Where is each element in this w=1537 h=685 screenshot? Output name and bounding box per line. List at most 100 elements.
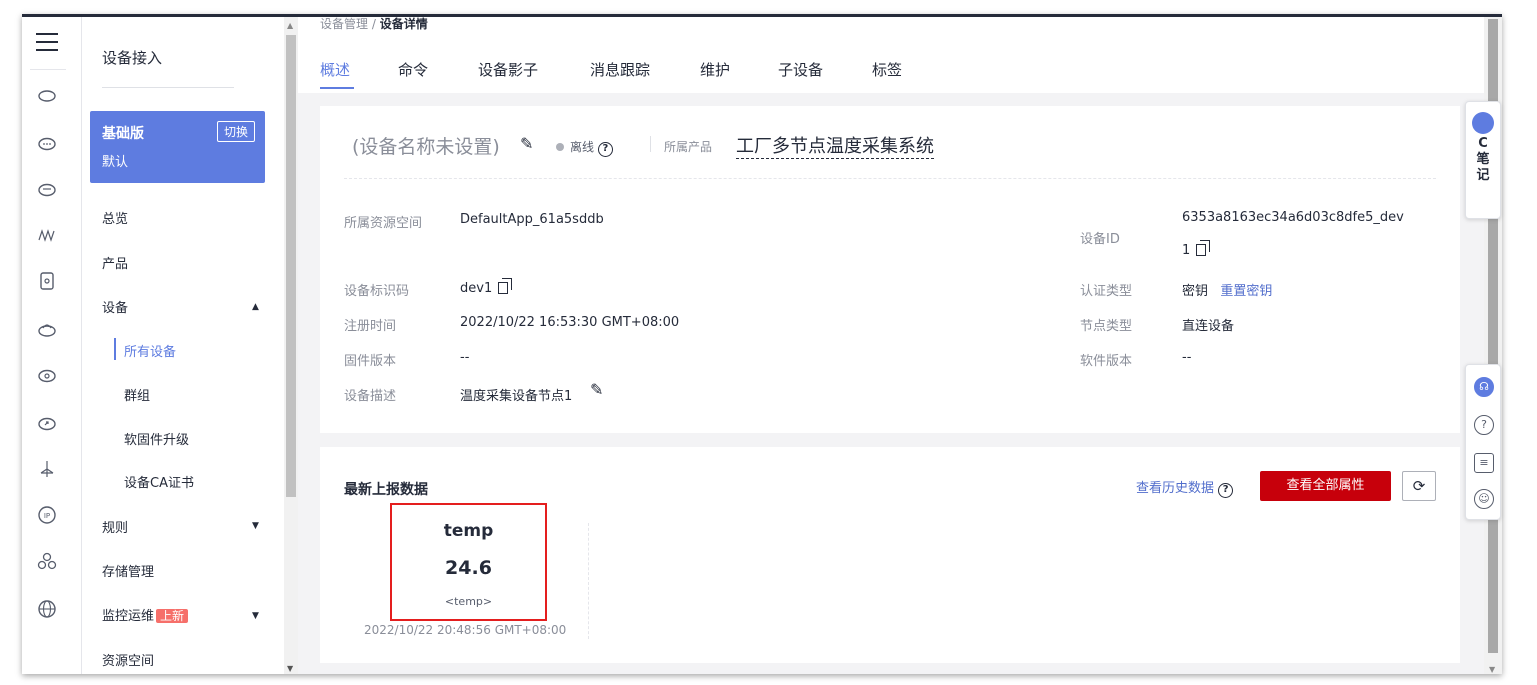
fw-value: -- [460, 350, 470, 365]
status-dot [556, 143, 564, 151]
sidebar-item-overview[interactable]: 总览 [102, 208, 128, 227]
copy-icon[interactable] [1196, 240, 1211, 256]
sidebar-item-devices[interactable]: 设备 [102, 297, 128, 316]
edit-desc-icon[interactable]: ✎ [590, 380, 603, 399]
headset-icon[interactable]: ☊ [1474, 377, 1494, 397]
scroll-down-arrow[interactable]: ▼ [1489, 665, 1495, 674]
auth-text: 密钥 [1182, 284, 1209, 299]
node-value: 直连设备 [1182, 319, 1235, 334]
device-id-suffix: 1 [1182, 243, 1191, 258]
sidebar-item-monitoring[interactable]: 监控运维 上新 [102, 605, 189, 624]
view-all-properties-button[interactable]: 查看全部属性 [1260, 471, 1391, 501]
breadcrumb: 设备管理 / 设备详情 [320, 17, 428, 32]
device-icon[interactable] [36, 271, 58, 293]
edit-name-icon[interactable]: ✎ [520, 134, 533, 153]
tab-tags[interactable]: 标签 [872, 59, 902, 80]
sidebar-item-storage[interactable]: 存储管理 [102, 561, 154, 580]
tabs-bar: 设备管理 / 设备详情 概述 命令 设备影子 消息跟踪 维护 子设备 标签 [298, 17, 1484, 93]
feedback-icon[interactable]: ≡ [1474, 453, 1494, 473]
code-value: dev1 [460, 278, 513, 296]
cloud-icon[interactable] [36, 85, 58, 107]
sidebar-item-ca-cert[interactable]: 设备CA证书 [124, 472, 194, 491]
product-link[interactable]: 工厂多节点温度采集系统 [736, 132, 934, 159]
tab-message-trace[interactable]: 消息跟踪 [590, 59, 650, 80]
switch-plan-button[interactable]: 切换 [216, 121, 255, 142]
device-status: 离线 ? [556, 138, 613, 157]
sidebar-item-ota[interactable]: 软固件升级 [124, 429, 189, 448]
notes-widget[interactable]: C笔记 [1465, 101, 1501, 219]
product-label: 所属产品 [664, 140, 713, 154]
breadcrumb-current: 设备详情 [379, 17, 428, 31]
property-value: 24.6 [445, 557, 492, 579]
auth-label: 认证类型 [1080, 284, 1133, 299]
tab-sub-devices[interactable]: 子设备 [778, 59, 823, 80]
device-name: (设备名称未设置) [352, 136, 500, 158]
cloud-link-icon[interactable] [36, 365, 58, 387]
plan-card: 基础版 默认 切换 [90, 111, 265, 183]
database-cloud-icon[interactable] [36, 179, 58, 201]
property-timestamp: 2022/10/22 20:48:56 GMT+08:00 [364, 623, 567, 637]
property-card[interactable]: temp 24.6 <temp> [390, 503, 547, 621]
app-window: IP 设备接入 基础版 默认 切换 总览 产品 设备 ▲ 所有设备 群组 软固件… [22, 14, 1502, 674]
monitoring-label: 监控运维 [102, 609, 155, 624]
globe-icon[interactable] [36, 599, 58, 621]
device-info-card: (设备名称未设置) ✎ 离线 ? 所属产品 工厂多节点温度采集系统 所属资源空间… [320, 106, 1460, 433]
code-text: dev1 [460, 281, 493, 296]
breadcrumb-parent[interactable]: 设备管理 / [320, 17, 380, 31]
reg-label: 注册时间 [344, 319, 397, 334]
menu-icon[interactable] [36, 33, 58, 53]
refresh-button[interactable]: ⟳ [1402, 471, 1436, 501]
scrollbar-thumb[interactable] [286, 35, 296, 497]
property-key: <temp> [444, 595, 493, 608]
help-icon[interactable]: ? [597, 142, 613, 157]
sidebar-item-groups[interactable]: 群组 [124, 385, 150, 404]
sw-label: 软件版本 [1080, 354, 1133, 369]
scroll-down-arrow[interactable]: ▼ [287, 664, 293, 673]
tab-maintenance[interactable]: 维护 [700, 59, 730, 80]
caret-down-icon[interactable]: ▼ [252, 611, 259, 621]
help-icon[interactable]: ? [1218, 483, 1234, 498]
desc-label: 设备描述 [344, 389, 397, 404]
scroll-up-arrow[interactable]: ▲ [287, 21, 293, 30]
main-content: 设备管理 / 设备详情 概述 命令 设备影子 消息跟踪 维护 子设备 标签 (设… [298, 17, 1484, 674]
notes-icon [1472, 112, 1494, 134]
sidebar-item-all-devices[interactable]: 所有设备 [124, 341, 176, 360]
cloud-outline-icon[interactable] [36, 319, 58, 341]
reg-value: 2022/10/22 16:53:30 GMT+08:00 [460, 315, 680, 330]
desc-value: 温度采集设备节点1 [460, 389, 573, 404]
caret-up-icon[interactable]: ▲ [252, 302, 259, 312]
copy-icon[interactable] [498, 278, 513, 294]
sidebar-item-products[interactable]: 产品 [102, 253, 128, 272]
property-name: temp [443, 521, 494, 541]
reset-secret-link[interactable]: 重置密钥 [1220, 284, 1272, 299]
cluster-icon[interactable] [36, 551, 58, 573]
tab-commands[interactable]: 命令 [398, 59, 428, 80]
fw-label: 固件版本 [344, 354, 397, 369]
vertical-divider [650, 136, 651, 152]
auth-value: 密钥 重置密钥 [1182, 280, 1272, 299]
network-icon[interactable] [36, 459, 58, 481]
tab-overview[interactable]: 概述 [320, 59, 350, 80]
history-text: 查看历史数据 [1136, 481, 1215, 496]
sidebar-scrollbar[interactable]: ▲ ▼ [284, 17, 298, 674]
plan-name: 基础版 [102, 126, 144, 142]
history-link[interactable]: 查看历史数据 ? [1136, 477, 1234, 498]
cloud-dots-icon[interactable] [36, 133, 58, 155]
smile-icon[interactable]: ☺ [1474, 489, 1494, 509]
refresh-icon: ⟳ [1412, 477, 1426, 495]
tab-device-shadow[interactable]: 设备影子 [478, 59, 538, 80]
cloud-arrow-icon[interactable] [36, 413, 58, 435]
caret-down-icon[interactable]: ▼ [252, 521, 259, 531]
dashed-divider [344, 178, 1436, 179]
node-label: 节点类型 [1080, 319, 1133, 334]
device-id-line2: 1 [1182, 240, 1211, 258]
dashed-divider [588, 523, 589, 639]
rail-divider [30, 69, 66, 70]
svg-text:IP: IP [44, 512, 50, 520]
sidebar-item-rules[interactable]: 规则 [102, 517, 128, 536]
sidebar-item-resource-space[interactable]: 资源空间 [102, 650, 154, 669]
ip-icon[interactable]: IP [36, 505, 58, 527]
new-badge: 上新 [156, 609, 189, 623]
help-icon[interactable]: ? [1474, 415, 1494, 435]
iot-wave-icon[interactable] [36, 225, 58, 247]
